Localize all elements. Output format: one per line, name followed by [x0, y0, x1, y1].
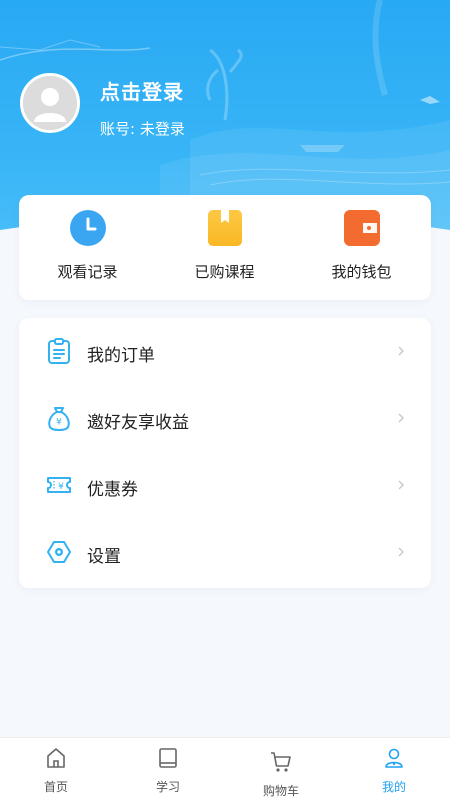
quick-action-watch-history[interactable]: 观看记录 [19, 195, 156, 300]
menu-item-invite-friends[interactable]: ¥ 邀好友享收益 [19, 385, 431, 452]
menu-item-label: 邀好友享收益 [87, 413, 189, 433]
svg-text:¥: ¥ [58, 482, 64, 492]
tab-label: 首页 [43, 780, 68, 794]
tab-label: 学习 [155, 780, 180, 794]
svg-text:¥: ¥ [56, 418, 62, 428]
tab-home[interactable]: 首页 [0, 738, 112, 800]
quick-action-my-wallet[interactable]: 我的钱包 [293, 195, 430, 300]
bottom-tab-bar: 首页 学习 购物车 我的 [0, 737, 450, 800]
menu-item-label: 我的订单 [87, 346, 155, 366]
tab-label: 购物车 [262, 784, 299, 798]
book-icon [207, 210, 242, 246]
account-status: 账号: 未登录 [100, 118, 185, 139]
quick-action-purchased-courses[interactable]: 已购课程 [156, 195, 293, 300]
user-icon [385, 748, 403, 768]
chevron-right-icon [398, 547, 404, 557]
coupon-icon: ¥ [47, 477, 71, 493]
chevron-right-icon [398, 346, 404, 356]
cart-icon [271, 752, 291, 772]
account-value: 未登录 [139, 120, 185, 138]
quick-action-label: 我的钱包 [331, 263, 392, 281]
clock-icon [69, 210, 106, 246]
settings-icon [47, 541, 71, 563]
login-link[interactable]: 点击登录 [100, 76, 184, 105]
account-label: 账号: [100, 120, 136, 138]
quick-actions-card: 观看记录 已购课程 我的钱包 [19, 195, 431, 300]
tab-mine[interactable]: 我的 [338, 738, 450, 800]
quick-action-label: 观看记录 [57, 263, 118, 281]
tab-label: 我的 [381, 780, 406, 794]
menu-item-coupons[interactable]: ¥ 优惠券 [19, 452, 431, 519]
chevron-right-icon [398, 480, 404, 490]
tab-study[interactable]: 学习 [112, 738, 224, 800]
menu-item-label: 优惠券 [87, 480, 138, 500]
tab-cart[interactable]: 购物车 [225, 738, 337, 800]
menu-item-my-orders[interactable]: 我的订单 [19, 318, 431, 385]
study-book-icon [159, 748, 177, 768]
home-icon [47, 748, 65, 768]
wallet-icon [343, 210, 380, 246]
menu-item-label: 设置 [87, 547, 121, 567]
chevron-right-icon [398, 413, 404, 423]
quick-action-label: 已购课程 [194, 263, 255, 281]
menu-item-settings[interactable]: 设置 [19, 519, 431, 586]
avatar[interactable] [20, 73, 80, 133]
clipboard-icon [48, 338, 70, 364]
money-bag-icon: ¥ [48, 407, 70, 431]
menu-card: 我的订单 ¥ 邀好友享收益 ¥ 优惠券 设置 [19, 318, 431, 588]
default-avatar-icon [23, 76, 77, 130]
